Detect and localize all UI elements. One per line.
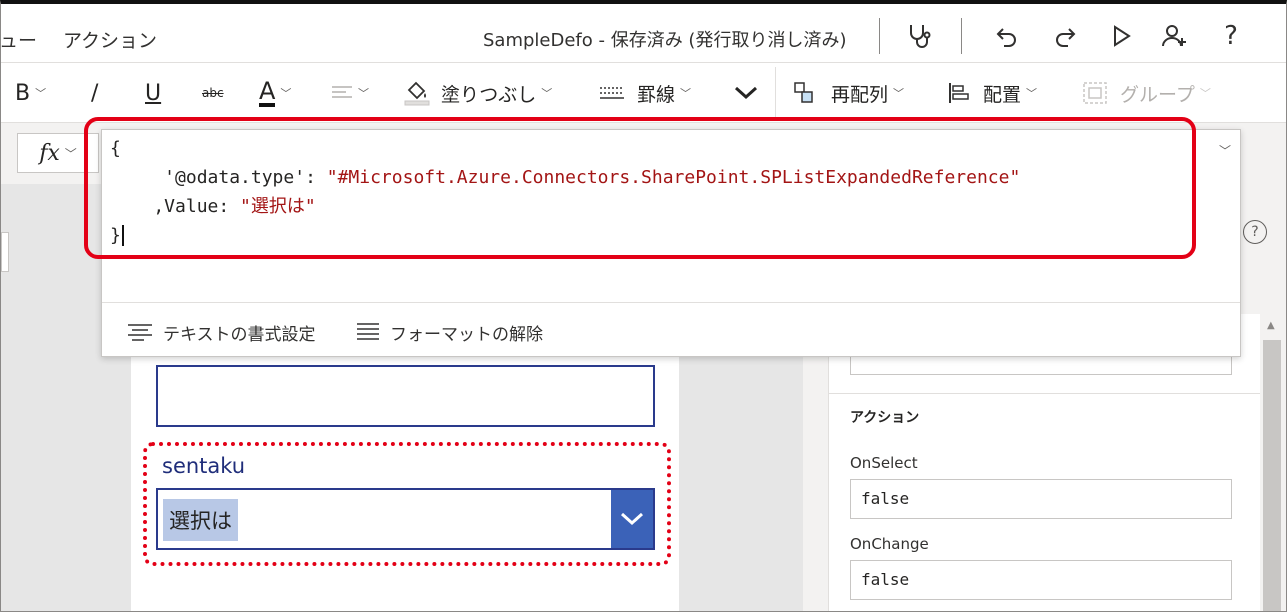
formula-highlight-frame bbox=[84, 117, 1196, 259]
align-lines-icon bbox=[332, 86, 352, 98]
group-label: グループ bbox=[1120, 83, 1195, 106]
app-checker-stethoscope-icon[interactable] bbox=[901, 18, 937, 54]
border-lines-icon bbox=[600, 87, 624, 99]
align-button[interactable]: 配置 ﹀ bbox=[947, 77, 1037, 109]
sentaku-dropdown[interactable]: 選択は bbox=[156, 488, 655, 550]
bold-label: B bbox=[15, 80, 31, 106]
group-button[interactable]: グループ ﹀ bbox=[1082, 77, 1211, 109]
fill-button[interactable]: 塗りつぶし ﹀ bbox=[403, 77, 552, 109]
editor-footer-divider bbox=[102, 302, 1240, 303]
font-color-label: A bbox=[259, 77, 276, 107]
reorder-button[interactable]: 再配列 ﹀ bbox=[793, 77, 904, 109]
align-icon bbox=[949, 83, 969, 103]
text-align-button[interactable]: ﹀ bbox=[331, 77, 369, 109]
app-window: ュー アクション SampleDefo - 保存済み (発行取り消し済み) ? … bbox=[0, 0, 1287, 612]
border-button[interactable]: 罫線 ﹀ bbox=[599, 77, 691, 109]
scrollbar-thumb[interactable] bbox=[1263, 340, 1281, 611]
section-title-action: アクション bbox=[850, 410, 920, 426]
on-change-input[interactable]: false bbox=[850, 560, 1232, 600]
undo-icon[interactable] bbox=[989, 18, 1025, 54]
reorder-label: 再配列 bbox=[831, 83, 889, 106]
format-text-label: テキストの書式設定 bbox=[163, 324, 316, 345]
ribbon-separator bbox=[775, 67, 776, 119]
text-input-control[interactable] bbox=[156, 365, 655, 427]
add-user-icon[interactable] bbox=[1156, 18, 1192, 54]
play-icon[interactable] bbox=[1103, 18, 1139, 54]
chevron-down-icon: ﹀ bbox=[1199, 87, 1211, 100]
redo-icon[interactable] bbox=[1047, 18, 1083, 54]
on-select-label: OnSelect bbox=[850, 454, 918, 472]
chevron-down-icon: ﹀ bbox=[893, 87, 905, 100]
dropdown-selected-value: 選択は bbox=[163, 499, 238, 541]
title-separator bbox=[879, 18, 880, 54]
group-icon bbox=[1083, 82, 1107, 104]
bold-button[interactable]: B ﹀ bbox=[15, 77, 46, 109]
font-color-button[interactable]: A ﹀ bbox=[259, 77, 291, 109]
dropdown-toggle-button[interactable] bbox=[611, 490, 653, 548]
remove-format-button[interactable]: フォーマットの解除 bbox=[356, 318, 543, 346]
format-text-icon bbox=[128, 324, 152, 341]
remove-format-label: フォーマットの解除 bbox=[390, 324, 543, 345]
chevron-down-icon: ﹀ bbox=[280, 87, 292, 100]
title-bar: ュー アクション SampleDefo - 保存済み (発行取り消し済み) ? bbox=[1, 4, 1286, 62]
fill-label: 塗りつぶし bbox=[441, 83, 537, 106]
italic-button[interactable]: / bbox=[91, 77, 98, 109]
more-commands-button[interactable] bbox=[733, 77, 759, 109]
help-circle-icon[interactable]: ? bbox=[1243, 220, 1267, 244]
chevron-down-icon: ﹀ bbox=[1026, 87, 1038, 100]
chevron-down-icon bbox=[620, 512, 644, 526]
field-label-sentaku: sentaku bbox=[162, 454, 246, 478]
underline-label: U bbox=[145, 80, 162, 106]
chevron-down-icon: ﹀ bbox=[541, 87, 553, 100]
remove-format-icon bbox=[357, 323, 379, 340]
paint-bucket-icon bbox=[404, 81, 430, 106]
scroll-up-icon[interactable]: ▲ bbox=[1267, 320, 1275, 331]
fx-label: fx bbox=[39, 140, 60, 166]
on-change-label: OnChange bbox=[850, 535, 929, 553]
panel-divider bbox=[828, 393, 1260, 394]
border-label: 罫線 bbox=[637, 83, 676, 106]
reorder-icon bbox=[794, 82, 813, 103]
menu-item-action[interactable]: アクション bbox=[63, 26, 157, 53]
tree-view-edge bbox=[1, 232, 9, 272]
title-separator bbox=[961, 18, 962, 54]
strikethrough-button[interactable]: abc bbox=[202, 77, 224, 109]
chevron-down-icon: ﹀ bbox=[64, 146, 77, 161]
help-question-icon[interactable]: ? bbox=[1213, 18, 1249, 54]
document-title: SampleDefo - 保存済み (発行取り消し済み) bbox=[483, 30, 847, 51]
chevron-down-icon: ﹀ bbox=[358, 87, 369, 100]
italic-label: / bbox=[91, 80, 99, 106]
on-select-input[interactable]: false bbox=[850, 479, 1232, 519]
menu-item-partial[interactable]: ュー bbox=[1, 26, 37, 53]
format-text-button[interactable]: テキストの書式設定 bbox=[127, 318, 316, 346]
strikethrough-label: abc bbox=[202, 86, 224, 100]
chevron-down-icon: ﹀ bbox=[35, 87, 47, 100]
chevron-down-icon: ﹀ bbox=[680, 87, 692, 100]
underline-button[interactable]: U bbox=[145, 77, 161, 109]
collapse-editor-chevron-icon[interactable]: ﹀ bbox=[1219, 142, 1231, 159]
align-label: 配置 bbox=[983, 83, 1022, 106]
ribbon-toolbar: B ﹀ / U abc A ﹀ ﹀ 塗りつぶし ﹀ 罫線 ﹀ 再配列 ﹀ 配置 ﹀ bbox=[1, 62, 1286, 122]
chevron-down-bold-icon bbox=[734, 86, 758, 100]
